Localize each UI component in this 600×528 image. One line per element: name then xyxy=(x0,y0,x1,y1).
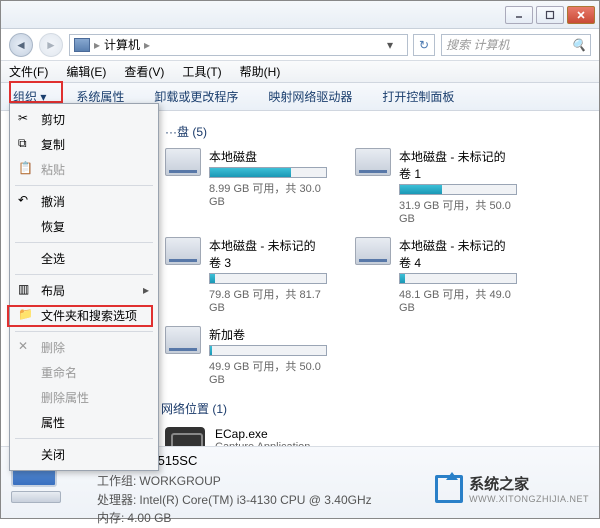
copy-icon: ⧉ xyxy=(18,136,32,150)
drive-item[interactable]: 本地磁盘 - 未标记的卷 4 48.1 GB 可用，共 49.0 GB xyxy=(351,233,521,318)
close-button[interactable] xyxy=(567,6,595,24)
file-name: ECap.exe xyxy=(215,427,310,441)
drive-usage-bar xyxy=(399,273,517,284)
dd-undo[interactable]: ↶撤消 xyxy=(13,189,155,214)
dd-folder-options[interactable]: 📁文件夹和搜索选项 xyxy=(13,303,155,328)
breadcrumb-sep: ▸ xyxy=(144,38,150,52)
mem-label: 内存: xyxy=(97,511,124,525)
dd-properties[interactable]: 属性 xyxy=(13,410,155,435)
dd-delete: ✕删除 xyxy=(13,335,155,360)
menu-edit[interactable]: 编辑(E) xyxy=(64,61,108,82)
search-placeholder: 搜索 计算机 xyxy=(446,36,509,53)
nav-forward-button[interactable]: ► xyxy=(39,33,63,57)
drive-icon xyxy=(355,237,391,265)
undo-icon: ↶ xyxy=(18,193,32,207)
drive-free-text: 79.8 GB 可用，共 81.7 GB xyxy=(209,286,327,314)
watermark: 系统之家 WWW.XITONGZHIJIA.NET xyxy=(435,473,589,504)
dd-layout[interactable]: ▥布局▸ xyxy=(13,278,155,303)
separator xyxy=(15,331,153,332)
drive-name: 本地磁盘 - 未标记的卷 3 xyxy=(209,237,327,271)
computer-icon xyxy=(74,38,90,52)
toolbar-map-drive[interactable]: 映射网络驱动器 xyxy=(262,85,358,108)
drive-name: 本地磁盘 xyxy=(209,148,327,165)
dd-removeprops: 删除属性 xyxy=(13,385,155,410)
drive-icon xyxy=(165,148,201,176)
dd-close[interactable]: 关闭 xyxy=(13,442,155,467)
breadcrumb-sep: ▸ xyxy=(94,38,100,52)
menu-tools[interactable]: 工具(T) xyxy=(180,61,223,82)
drive-item[interactable]: 新加卷 49.9 GB 可用，共 50.0 GB xyxy=(161,322,331,390)
nav-back-button[interactable]: ◄ xyxy=(9,33,33,57)
menu-view[interactable]: 查看(V) xyxy=(122,61,166,82)
minimize-button[interactable] xyxy=(505,6,533,24)
separator xyxy=(15,242,153,243)
separator xyxy=(15,185,153,186)
menu-file[interactable]: 文件(F) xyxy=(7,61,50,82)
drive-item[interactable]: 本地磁盘 - 未标记的卷 3 79.8 GB 可用，共 81.7 GB xyxy=(161,233,331,318)
maximize-button[interactable] xyxy=(536,6,564,24)
main-panel: ···盘 (5) 本地磁盘 8.99 GB 可用，共 30.0 GB 本地磁盘 … xyxy=(151,111,599,451)
cpu-value: Intel(R) Core(TM) i3-4130 CPU @ 3.40GHz xyxy=(139,493,371,507)
drive-usage-bar xyxy=(209,167,327,178)
drive-usage-bar xyxy=(209,345,327,356)
workgroup-label: 工作组: xyxy=(97,474,136,488)
drive-item[interactable]: 本地磁盘 8.99 GB 可用，共 30.0 GB xyxy=(161,144,331,229)
delete-icon: ✕ xyxy=(18,339,32,353)
cpu-label: 处理器: xyxy=(97,493,136,507)
drive-free-text: 8.99 GB 可用，共 30.0 GB xyxy=(209,180,327,208)
separator xyxy=(15,438,153,439)
search-input[interactable]: 搜索 计算机 🔍 xyxy=(441,34,591,56)
toolbar-control-panel[interactable]: 打开控制面板 xyxy=(376,85,460,108)
toolbar-uninstall[interactable]: 卸载或更改程序 xyxy=(148,85,244,108)
address-bar[interactable]: ▸ 计算机 ▸ ▾ xyxy=(69,34,408,56)
watermark-url: WWW.XITONGZHIJIA.NET xyxy=(469,494,589,504)
drive-item[interactable]: 本地磁盘 - 未标记的卷 1 31.9 GB 可用，共 50.0 GB xyxy=(351,144,521,229)
drive-free-text: 49.9 GB 可用，共 50.0 GB xyxy=(209,358,327,386)
dd-selectall[interactable]: 全选 xyxy=(13,246,155,271)
organize-dropdown: ✂剪切 ⧉复制 📋粘贴 ↶撤消 恢复 全选 ▥布局▸ 📁文件夹和搜索选项 ✕删除… xyxy=(9,103,159,471)
chevron-right-icon: ▸ xyxy=(143,283,149,297)
drive-name: 本地磁盘 - 未标记的卷 4 xyxy=(399,237,517,271)
cut-icon: ✂ xyxy=(18,111,32,125)
layout-icon: ▥ xyxy=(18,282,32,296)
drive-icon xyxy=(355,148,391,176)
drive-usage-bar xyxy=(209,273,327,284)
search-icon: 🔍 xyxy=(571,38,586,52)
watermark-logo-icon xyxy=(435,475,463,503)
folder-options-icon: 📁 xyxy=(18,307,32,321)
menubar: 文件(F) 编辑(E) 查看(V) 工具(T) 帮助(H) xyxy=(1,61,599,83)
menu-help[interactable]: 帮助(H) xyxy=(238,61,283,82)
watermark-name: 系统之家 xyxy=(469,473,589,494)
drive-icon xyxy=(165,326,201,354)
section-network: 网络位置 (1) xyxy=(161,396,589,421)
dd-cut[interactable]: ✂剪切 xyxy=(13,107,155,132)
section-hdd: ···盘 (5) xyxy=(165,119,589,144)
breadcrumb-location[interactable]: 计算机 xyxy=(104,36,140,53)
paste-icon: 📋 xyxy=(18,161,32,175)
mem-value: 4.00 GB xyxy=(127,511,171,525)
drive-name: 本地磁盘 - 未标记的卷 1 xyxy=(399,148,517,182)
dd-paste: 📋粘贴 xyxy=(13,157,155,182)
refresh-button[interactable]: ↻ xyxy=(413,34,435,56)
separator xyxy=(15,274,153,275)
drive-free-text: 31.9 GB 可用，共 50.0 GB xyxy=(399,197,517,225)
dd-redo[interactable]: 恢复 xyxy=(13,214,155,239)
drive-free-text: 48.1 GB 可用，共 49.0 GB xyxy=(399,286,517,314)
dd-copy[interactable]: ⧉复制 xyxy=(13,132,155,157)
workgroup-value: WORKGROUP xyxy=(139,474,220,488)
dd-rename: 重命名 xyxy=(13,360,155,385)
drive-icon xyxy=(165,237,201,265)
drive-name: 新加卷 xyxy=(209,326,327,343)
address-dropdown-icon[interactable]: ▾ xyxy=(387,38,403,52)
drive-usage-bar xyxy=(399,184,517,195)
